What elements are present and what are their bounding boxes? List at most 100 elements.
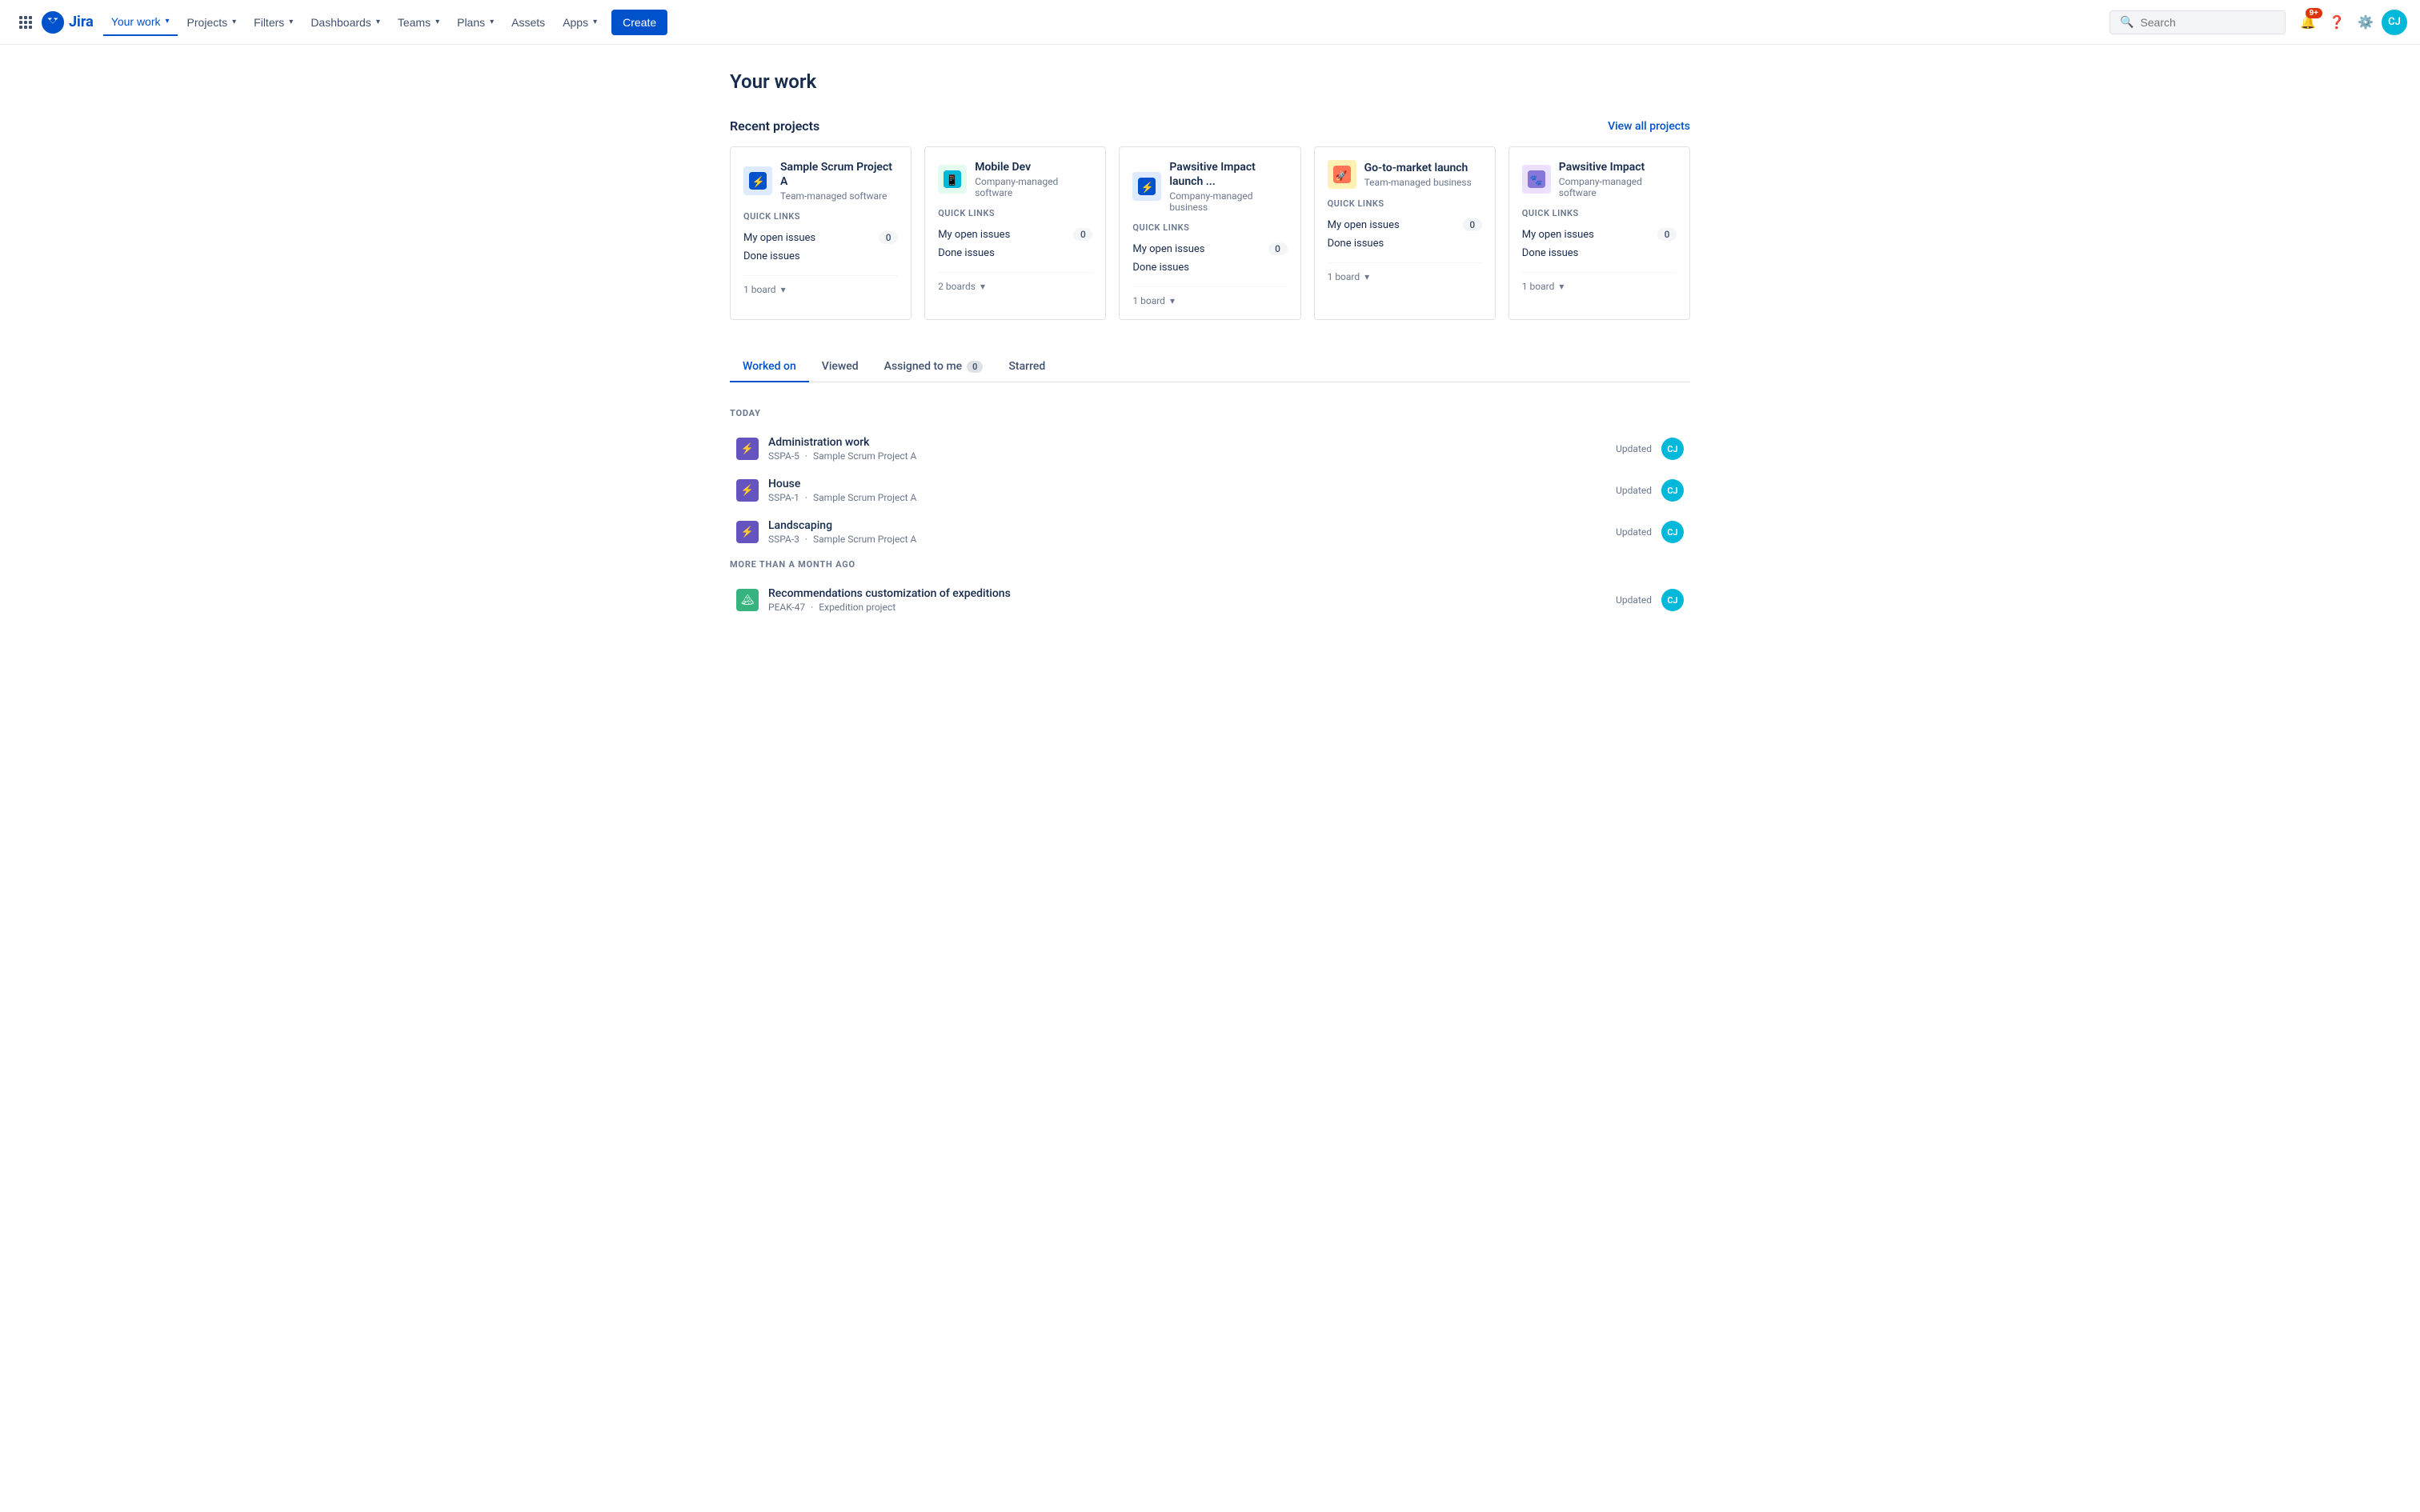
project-name: Sample Scrum Project A bbox=[780, 160, 898, 189]
my-open-issues-link[interactable]: My open issues 0 bbox=[1132, 239, 1287, 258]
done-issues-link[interactable]: Done issues bbox=[938, 244, 1092, 262]
work-item-separator: · bbox=[811, 602, 813, 613]
nav-item-your-work[interactable]: Your work ▾ bbox=[103, 9, 178, 36]
nav-item-assets[interactable]: Assets bbox=[503, 10, 553, 35]
project-card-pi[interactable]: 🐾 Pawsitive Impact Company-managed softw… bbox=[1508, 146, 1690, 320]
project-header: ⚡ Pawsitive Impact launch ... Company-ma… bbox=[1132, 160, 1287, 213]
project-boards[interactable]: 1 board ▾ bbox=[1132, 286, 1287, 306]
my-open-issues-count: 0 bbox=[1073, 228, 1092, 241]
tab-label: Starred bbox=[1008, 360, 1045, 373]
work-item-status: Updated bbox=[1616, 485, 1652, 496]
project-name: Pawsitive Impact bbox=[1559, 160, 1677, 174]
nav-item-dashboards[interactable]: Dashboards ▾ bbox=[302, 10, 388, 35]
tab-worked-on[interactable]: Worked on bbox=[730, 352, 809, 382]
work-item-key: SSPA-3 bbox=[768, 534, 799, 545]
quick-links-label: QUICK LINKS bbox=[1328, 198, 1482, 209]
tabs-container: Worked onViewedAssigned to me0 Starred bbox=[730, 352, 1690, 382]
section-title: Recent projects bbox=[730, 118, 819, 134]
work-item-meta: PEAK-47 · Expedition project bbox=[768, 602, 1616, 613]
project-card-sspa[interactable]: ⚡ Sample Scrum Project A Team-managed so… bbox=[730, 146, 912, 320]
project-type: Team-managed software bbox=[780, 190, 898, 202]
tab-starred[interactable]: Starred bbox=[996, 352, 1058, 382]
nav-item-teams[interactable]: Teams ▾ bbox=[390, 10, 447, 35]
help-button[interactable]: ❓ bbox=[2324, 10, 2350, 35]
work-item-icon-symbol: ⚡ bbox=[741, 485, 754, 497]
done-issues-link[interactable]: Done issues bbox=[743, 247, 898, 266]
done-issues-link[interactable]: Done issues bbox=[1522, 244, 1677, 262]
work-item-peak-47[interactable]: 🏔 Recommendations customization of exped… bbox=[730, 579, 1690, 621]
grid-menu-icon[interactable] bbox=[13, 10, 38, 35]
search-input[interactable] bbox=[2140, 16, 2275, 29]
quick-links-label: QUICK LINKS bbox=[1522, 208, 1677, 218]
done-issues-text: Done issues bbox=[938, 247, 995, 259]
work-item-avatar: CJ bbox=[1661, 479, 1684, 502]
project-card-mobiledev[interactable]: 📱 Mobile Dev Company-managed software QU… bbox=[924, 146, 1106, 320]
work-section-label: TODAY bbox=[730, 402, 1690, 422]
project-type: Company-managed software bbox=[975, 176, 1092, 198]
work-item-sspa-3[interactable]: ⚡ Landscaping SSPA-3 · Sample Scrum Proj… bbox=[730, 511, 1690, 553]
work-item-sspa-1[interactable]: ⚡ House SSPA-1 · Sample Scrum Project A … bbox=[730, 470, 1690, 511]
boards-chevron: ▾ bbox=[1364, 271, 1369, 282]
work-item-icon-symbol: 🏔 bbox=[741, 594, 755, 606]
boards-chevron: ▾ bbox=[1559, 281, 1564, 292]
main-content: Your work Recent projects View all proje… bbox=[698, 45, 1722, 646]
user-avatar[interactable]: CJ bbox=[2382, 10, 2407, 35]
nav-item-apps[interactable]: Apps ▾ bbox=[555, 10, 605, 35]
create-button[interactable]: Create bbox=[611, 10, 667, 35]
done-issues-text: Done issues bbox=[1132, 262, 1189, 274]
project-boards[interactable]: 1 board ▾ bbox=[1522, 272, 1677, 292]
view-all-projects-link[interactable]: View all projects bbox=[1608, 120, 1690, 133]
project-name: Go-to-market launch bbox=[1364, 161, 1472, 175]
svg-text:🐾: 🐾 bbox=[1530, 175, 1543, 187]
quick-links-label: QUICK LINKS bbox=[743, 211, 898, 222]
my-open-issues-count: 0 bbox=[879, 231, 898, 244]
settings-button[interactable]: ⚙️ bbox=[2353, 10, 2378, 35]
project-card-gtm[interactable]: 🚀 Go-to-market launch Team-managed busin… bbox=[1314, 146, 1496, 320]
done-issues-link[interactable]: Done issues bbox=[1328, 234, 1482, 253]
project-icon: 🚀 bbox=[1328, 160, 1356, 189]
my-open-issues-count: 0 bbox=[1657, 228, 1677, 241]
my-open-issues-count: 0 bbox=[1268, 242, 1288, 255]
work-item-key: SSPA-1 bbox=[768, 492, 799, 503]
nav-item-filters[interactable]: Filters ▾ bbox=[246, 10, 301, 35]
my-open-issues-count: 0 bbox=[1463, 218, 1482, 231]
nav-item-projects[interactable]: Projects ▾ bbox=[179, 10, 245, 35]
project-boards[interactable]: 1 board ▾ bbox=[743, 275, 898, 295]
project-card-pil[interactable]: ⚡ Pawsitive Impact launch ... Company-ma… bbox=[1119, 146, 1300, 320]
work-item-name: Administration work bbox=[768, 436, 1616, 449]
notification-badge: 9+ bbox=[2306, 8, 2322, 18]
work-item-icon-symbol: ⚡ bbox=[741, 526, 754, 538]
project-name: Pawsitive Impact launch ... bbox=[1169, 160, 1287, 189]
project-boards[interactable]: 1 board ▾ bbox=[1328, 262, 1482, 282]
boards-label: 1 board bbox=[1328, 271, 1360, 282]
quick-links-label: QUICK LINKS bbox=[1132, 222, 1287, 233]
my-open-issues-link[interactable]: My open issues 0 bbox=[743, 228, 898, 247]
search-bar[interactable]: 🔍 bbox=[2109, 10, 2286, 34]
project-header: ⚡ Sample Scrum Project A Team-managed so… bbox=[743, 160, 898, 202]
work-item-project: Expedition project bbox=[819, 602, 895, 613]
boards-label: 1 board bbox=[1522, 281, 1555, 292]
tab-assigned-to-me[interactable]: Assigned to me0 bbox=[871, 352, 996, 382]
work-item-meta: SSPA-5 · Sample Scrum Project A bbox=[768, 450, 1616, 462]
project-boards[interactable]: 2 boards ▾ bbox=[938, 272, 1092, 292]
my-open-issues-link[interactable]: My open issues 0 bbox=[1522, 225, 1677, 244]
work-section-today: TODAY ⚡ Administration work SSPA-5 · Sam… bbox=[730, 402, 1690, 553]
tab-viewed[interactable]: Viewed bbox=[809, 352, 871, 382]
jira-logo[interactable]: Jira bbox=[42, 11, 94, 34]
work-item-sspa-5[interactable]: ⚡ Administration work SSPA-5 · Sample Sc… bbox=[730, 428, 1690, 470]
work-item-status: Updated bbox=[1616, 443, 1652, 454]
my-open-issues-text: My open issues bbox=[1522, 229, 1594, 241]
work-item-separator: · bbox=[805, 492, 807, 503]
my-open-issues-link[interactable]: My open issues 0 bbox=[1328, 215, 1482, 234]
nav-item-plans[interactable]: Plans ▾ bbox=[449, 10, 502, 35]
svg-text:🚀: 🚀 bbox=[1335, 170, 1347, 182]
boards-label: 1 board bbox=[1132, 295, 1165, 306]
project-header: 🐾 Pawsitive Impact Company-managed softw… bbox=[1522, 160, 1677, 198]
my-open-issues-link[interactable]: My open issues 0 bbox=[938, 225, 1092, 244]
work-item-key: PEAK-47 bbox=[768, 602, 805, 613]
done-issues-text: Done issues bbox=[1522, 247, 1579, 259]
work-sections: TODAY ⚡ Administration work SSPA-5 · Sam… bbox=[730, 402, 1690, 621]
notifications-button[interactable]: 🔔 9+ bbox=[2295, 10, 2321, 35]
done-issues-link[interactable]: Done issues bbox=[1132, 258, 1287, 277]
work-item-name: Recommendations customization of expedit… bbox=[768, 587, 1616, 600]
